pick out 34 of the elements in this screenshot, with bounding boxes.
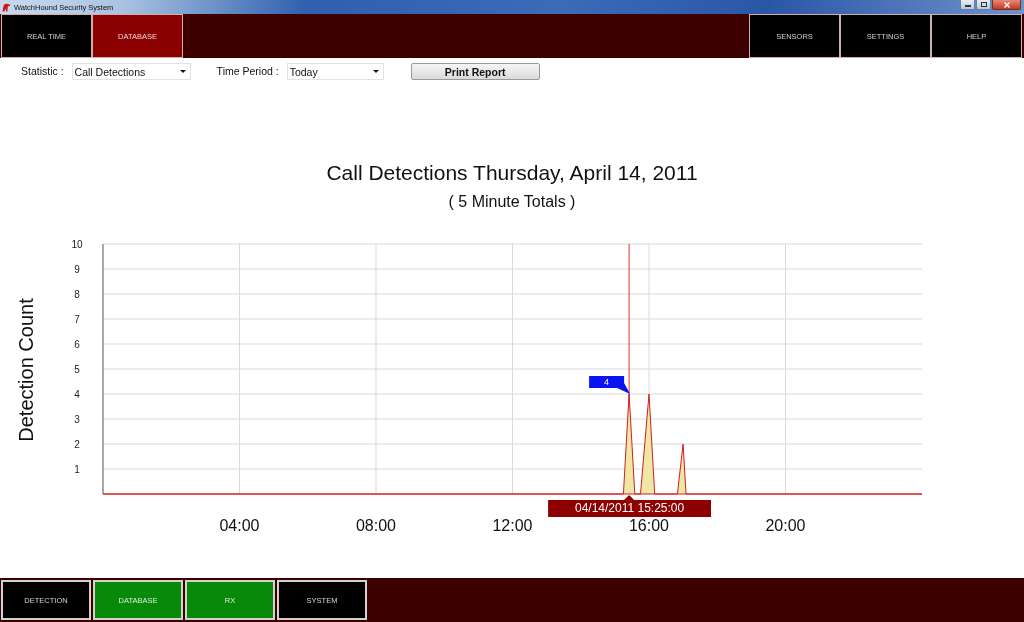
print-report-button[interactable]: Print Report xyxy=(410,63,540,80)
filter-label: Statistic : xyxy=(21,64,64,79)
filter-label: Time Period : xyxy=(216,64,279,79)
y-tick-label: 9 xyxy=(74,263,80,275)
filter-dropdown[interactable]: Today xyxy=(286,63,384,80)
y-tick-label: 10 xyxy=(71,238,83,250)
x-tick-label: 04:00 xyxy=(219,517,260,534)
y-tick-label: 5 xyxy=(74,363,80,375)
y-axis-title: Detection Count xyxy=(15,298,37,442)
y-tick-label: 3 xyxy=(74,413,80,425)
x-tick-label: 12:00 xyxy=(492,517,533,534)
y-tick-label: 7 xyxy=(74,313,80,325)
caret-icon xyxy=(372,70,379,73)
x-tick-label: 16:00 xyxy=(629,517,669,534)
caret-icon xyxy=(179,70,186,73)
x-tick-label: 20:00 xyxy=(765,517,806,534)
y-tick-label: 4 xyxy=(74,388,80,400)
value-callout: 4 xyxy=(589,376,631,394)
filter-dropdown[interactable]: Call Detections xyxy=(71,63,191,80)
y-tick-label: 8 xyxy=(74,288,80,300)
minimize-icon xyxy=(964,5,971,7)
time-callout: 04/14/2011 15:25:00 xyxy=(548,495,712,517)
minimize-button[interactable] xyxy=(960,0,975,10)
maximize-icon xyxy=(980,2,987,7)
y-tick-label: 1 xyxy=(74,463,80,475)
x-tick-label: 08:00 xyxy=(356,517,396,534)
y-tick-label: 2 xyxy=(74,438,80,450)
chart-title: Call Detections Thursday, April 14, 2011 xyxy=(326,160,698,186)
y-tick-label: 6 xyxy=(74,338,80,350)
close-button[interactable] xyxy=(992,0,1021,10)
chart-subtitle: ( 5 Minute Totals ) xyxy=(448,192,576,212)
close-icon xyxy=(1003,1,1010,8)
app-icon xyxy=(2,2,11,12)
maximize-button[interactable] xyxy=(976,0,991,10)
